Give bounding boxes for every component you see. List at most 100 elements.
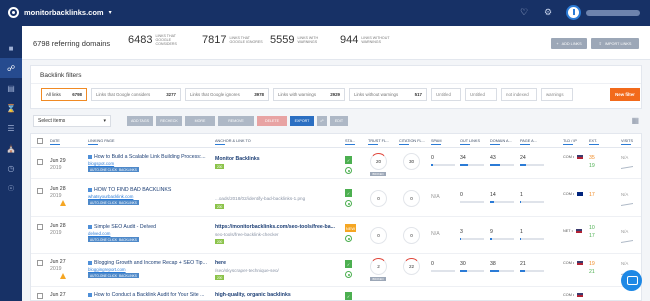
col-trust-flow[interactable]: TRUST FL... [368,139,389,145]
dashboard-icon[interactable]: ■ [0,38,22,58]
out-links: 3 [460,229,463,235]
tag-badge[interactable]: BACKLINKS [117,273,139,278]
row-checkbox[interactable] [37,188,43,194]
anchor-text[interactable]: Monitor Backlinks [215,156,260,162]
col-anchor[interactable]: ANCHOR & LINK TO [215,139,251,145]
heart-icon[interactable]: ♡ [518,7,530,18]
table-row[interactable]: Jun 28 2019 Simple SEO Audit - Delved del… [31,218,641,254]
row-checkbox[interactable] [37,260,43,266]
stat-warnings[interactable]: 5559 LINKS WITH WARNINGS [270,34,333,46]
linking-page-title[interactable]: Simple SEO Audit - Delved [88,224,156,230]
select-all-checkbox[interactable] [37,138,43,144]
filter-custom-1[interactable]: Untitled [431,88,461,101]
table-header: DATE LINKING PAGE ANCHOR & LINK TO STA..… [31,134,641,148]
filter-with-warnings[interactable]: Links with warnings 2929 [273,88,345,101]
col-status[interactable]: STA... [345,139,356,145]
col-page-authority[interactable]: PAGE A... [520,139,537,145]
link-target-path[interactable]: seo-tools/free-backlink-checker [215,232,279,237]
tag-badge[interactable]: BACKLINKS [117,237,139,242]
linking-page-source[interactable]: whatsyourbacklink.com [88,194,133,199]
select-items-dropdown[interactable]: Select items ▾ [33,115,111,127]
visits-sparkline [621,162,633,170]
col-visits[interactable]: VISITS [621,139,633,145]
table-row[interactable]: Jun 28 2019 HOW TO FIND BAD BACKLINKS wha… [31,180,641,217]
add-links-button[interactable]: + ADD LINKS [551,38,587,49]
new-filter-button[interactable]: New filter [610,88,640,101]
col-domain-authority[interactable]: DOMAIN A... [490,139,512,145]
linking-page-title[interactable]: HOW TO FIND BAD BACKLINKS [88,187,171,193]
chart-icon[interactable]: ▤ [0,78,22,98]
table-row[interactable]: Jun 27 How to Conduct a Backlink Audit f… [31,288,641,301]
add-tags-button[interactable]: ADD TAGS [127,116,153,126]
anchor-text[interactable]: high-quality, organic backlinks [215,292,291,298]
linking-page-source[interactable]: blogspot.com [88,161,114,166]
anchor-text[interactable]: https://monitorbacklinks.com/seo-tools/f… [215,224,335,230]
trust-flow-gauge: 0 [370,190,387,207]
table-row[interactable]: Jun 29 2019 How to Build a Scalable Link … [31,149,641,179]
compass-icon[interactable]: ☉ [0,178,22,198]
hourglass-icon[interactable]: ⌛ [0,98,22,118]
tag-badge[interactable]: BACKLINKS [117,200,139,205]
link-target-path[interactable]: /seo/skyscraper-technique-seo/ [215,268,279,273]
table-row[interactable]: Jun 27 2019 Blogging Growth and Income Re… [31,255,641,287]
linking-page-source[interactable]: delved.com [88,231,110,236]
link-target-path[interactable]: ...oads/2018/02/identify-bad-backlinks-1… [215,196,305,201]
col-date[interactable]: DATE [50,139,60,145]
col-out-links[interactable]: OUT LINKS [460,139,480,145]
bell-icon[interactable]: ⚙ [542,7,554,18]
bank-icon[interactable]: ⛪ [0,138,22,158]
spam-score: N/A [431,231,440,237]
link-icon-button[interactable]: ☍ [317,116,327,126]
import-links-button[interactable]: ⇧ IMPORT LINKS [591,38,639,49]
backlinks-table: DATE LINKING PAGE ANCHOR & LINK TO STA..… [30,133,642,301]
linking-page-title[interactable]: Blogging Growth and Income Recap + SEO T… [88,260,207,266]
stat-considers[interactable]: 6483 LINKS THAT GOOGLE CONSIDERS [128,34,191,47]
filter-google-considers[interactable]: Links that Google considers 3277 [91,88,181,101]
anchor-text[interactable]: here [215,260,226,266]
filter-without-warnings[interactable]: Links without warnings 517 [349,88,427,101]
col-spam[interactable]: SPAM [431,139,442,145]
col-tld-ip[interactable]: TLD / IP [563,139,577,145]
warning-icon[interactable] [60,273,66,279]
col-citation-flow[interactable]: CITATION FL... [399,139,425,145]
filter-google-ignores[interactable]: Links that Google ignores 3978 [185,88,269,101]
filter-all-links[interactable]: All links 6798 [41,88,87,101]
linking-page-title[interactable]: How to Conduct a Backlink Audit for Your… [88,292,204,298]
delete-button[interactable]: DELETE [257,116,287,126]
link-icon[interactable]: ☍ [0,58,22,78]
user-menu[interactable] [566,5,640,20]
row-checkbox[interactable] [37,293,43,299]
col-ext[interactable]: EXT. [589,139,600,145]
tag-badge[interactable]: BACKLINKS [117,167,139,172]
export-button[interactable]: EXPORT [290,116,314,126]
list-icon[interactable]: ☰ [0,118,22,138]
spam-score: N/A [431,194,440,200]
status-indicator-icon [345,235,352,242]
warning-icon[interactable] [60,200,66,206]
remove-button[interactable]: REMOVE [218,116,254,126]
us-flag-icon [577,155,584,159]
recheck-button[interactable]: RECHECK [156,116,182,126]
external-links-secondary: 19 [589,163,595,169]
clock-icon[interactable]: ◷ [0,158,22,178]
edit-button[interactable]: EDIT [330,116,348,126]
filter-not-indexed[interactable]: not indexed [501,88,537,101]
sidebar: ■ ☍ ▤ ⌛ ☰ ⛪ ◷ ☉ [0,26,22,301]
col-linking-page[interactable]: LINKING PAGE [88,139,115,145]
columns-icon[interactable]: ▦ [631,116,639,125]
more-button[interactable]: MORE [185,116,215,126]
external-links: 35 [589,155,595,161]
row-checkbox[interactable] [37,159,43,165]
spam-score: 0 [431,261,434,267]
filter-custom-2[interactable]: Untitled [465,88,497,101]
upload-icon: ⇧ [598,42,602,46]
linking-page-source[interactable]: bloggingreport.com [88,267,126,272]
filter-warnings[interactable]: warnings [541,88,573,101]
page-authority: 21 [520,261,526,267]
stat-no-warnings[interactable]: 944 LINKS WITHOUT WARNINGS [340,34,397,46]
linking-page-title[interactable]: How to Build a Scalable Link Building Pr… [88,154,206,160]
site-switcher[interactable]: monitorbacklinks.com ▾ [8,7,112,18]
row-checkbox[interactable] [37,224,43,230]
stat-ignores[interactable]: 7817 LINKS THAT GOOGLE IGNORES [202,34,265,46]
chat-widget-button[interactable] [621,270,642,291]
